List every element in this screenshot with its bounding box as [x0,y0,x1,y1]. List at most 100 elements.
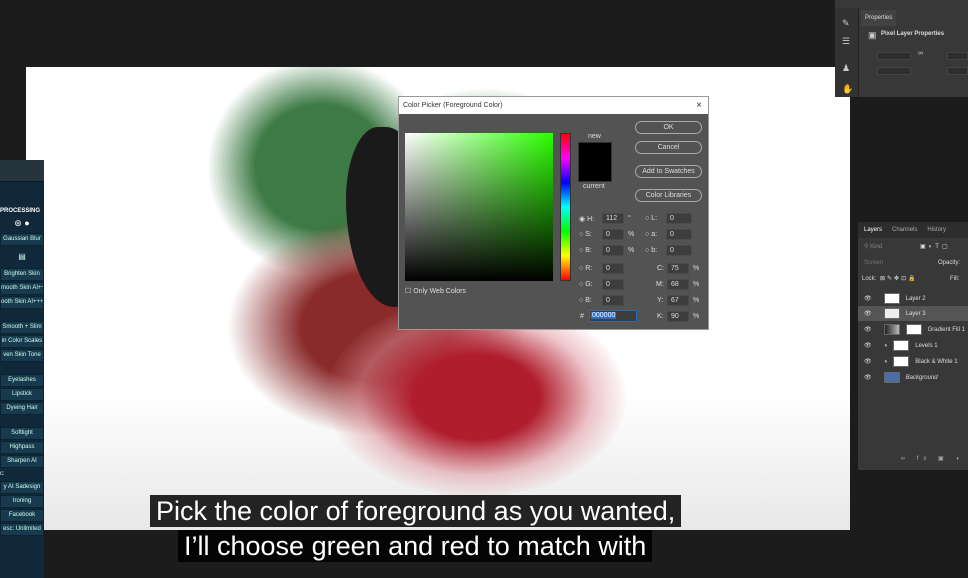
color-libraries-button[interactable]: Color Libraries [635,189,702,202]
tab-properties[interactable]: Properties [861,10,897,26]
tab-channels[interactable]: Channels [892,222,917,238]
dyeing-hair-button[interactable]: Dyeing Hair [0,402,44,415]
y-field[interactable] [947,67,968,75]
add-to-swatches-button[interactable]: Add to Swatches [635,165,702,178]
filter-icons[interactable]: ▣◐T▢ [920,243,951,250]
g-input[interactable]: 0 [602,279,624,290]
x-field[interactable] [877,67,911,75]
a-radio[interactable]: ○ a: [645,231,657,238]
h-radio[interactable]: ◉ H: [579,215,594,223]
layer-actions[interactable]: ∞ fx ▣ ◑ [901,455,964,462]
lipstick-button[interactable]: Lipstick [0,388,44,401]
r-radio[interactable]: ○ R: [579,265,592,272]
even-skin-tone-button[interactable]: ven Skin Tone [0,349,44,362]
hex-input[interactable]: 000000 [589,310,637,322]
eyelashes-button[interactable]: Eyelashes [0,374,44,387]
tab-history[interactable]: History [927,222,946,238]
history-brush-icon[interactable]: ✋ [842,84,853,95]
opacity-label: Opacity: [938,260,961,266]
dialog-title: Color Picker (Foreground Color) [403,102,503,109]
s-radio[interactable]: ○ S: [579,231,592,238]
layer-row[interactable]: 👁 ◑ Black & White 1 [858,354,968,369]
ironing-button[interactable]: Ironing [0,495,44,508]
layer-row[interactable]: 👁 Gradient Fill 1 [858,322,968,337]
layer-row[interactable]: 👁 ◑ Levels 1 [858,338,968,353]
smooth-slim-button[interactable]: Smooth + Slim [0,321,44,334]
pixel-layer-icon: ▣ [868,30,877,40]
kind-label: Kind [870,244,883,250]
a-input[interactable]: 0 [666,229,692,240]
section-icons: ⊛ ● [14,218,30,228]
y-input[interactable]: 67 [667,295,689,306]
softlight-button[interactable]: Softlight [0,427,44,440]
adjustment-icon: ◑ [883,358,888,365]
highpass-button[interactable]: Highpass [0,441,44,454]
layer-row[interactable]: 👁 Background [858,370,968,385]
blend-mode-select[interactable]: Screen [864,260,883,266]
m-input[interactable]: 68 [667,279,689,290]
eye-icon[interactable]: 👁 [864,326,872,333]
link-icon[interactable]: ∞ [918,50,923,57]
blue-input[interactable]: 0 [602,295,624,306]
cancel-button[interactable]: Cancel [635,141,702,154]
color-picker-dialog: Color Picker (Foreground Color) × new cur… [398,96,709,330]
layer-name: Gradient Fill 1 [927,326,965,333]
clone-source-icon[interactable]: ♟ [842,63,850,74]
b-input[interactable]: 0 [602,245,624,256]
close-icon[interactable]: × [696,97,702,114]
layer-row-selected[interactable]: 👁 Layer 3 [858,306,968,321]
hue-slider[interactable] [560,133,571,281]
panel-header [0,160,44,182]
mask-thumbnail [893,356,910,367]
k-input[interactable]: 90 [667,311,689,322]
g-radio[interactable]: ○ G: [579,281,593,288]
l-radio[interactable]: ○ L: [645,215,657,222]
lab-b-input[interactable]: 0 [666,245,692,256]
brush-settings-icon[interactable]: ✎ [842,18,850,29]
h-input[interactable]: 112 [602,213,624,224]
color-swatch-preview [578,142,612,182]
r-input[interactable]: 0 [602,263,624,274]
percent-unit: % [693,265,700,272]
only-web-colors-checkbox[interactable]: ☐ Only Web Colors [405,287,466,295]
height-field[interactable] [947,52,968,60]
skin-color-scales-button[interactable]: in Color Scales [0,335,44,348]
width-field[interactable] [877,52,911,60]
gaussian-blur-button[interactable]: Gaussian Blur [0,233,44,246]
layer-row[interactable]: 👁 Layer 2 [858,291,968,306]
ai-sadesign-button[interactable]: y AI Sadesign [0,481,44,494]
sharpen-ai-button[interactable]: Sharpen AI [0,455,44,468]
c-input[interactable]: 75 [667,263,689,274]
blue-radio[interactable]: ○ B: [579,297,592,304]
facebook-button[interactable]: Facebook [0,509,44,522]
color-field[interactable] [405,133,553,281]
eye-icon[interactable]: 👁 [864,342,872,349]
lab-b-radio[interactable]: ○ b: [645,247,657,254]
eye-icon[interactable]: 👁 [864,310,872,317]
eye-icon[interactable]: 👁 [864,374,872,381]
properties-panel: ✎ ☰ ♟ ✋ Properties ▣ Pixel Layer Propert… [835,0,968,97]
adjustments-icon[interactable]: ☰ [842,36,850,47]
gradient-thumbnail [883,324,900,335]
ok-button[interactable]: OK [635,121,702,134]
b-radio[interactable]: ○ B: [579,247,592,254]
eye-icon[interactable]: 👁 [864,358,872,365]
percent-unit: % [628,231,635,238]
kind-filter[interactable]: ⚲ Kind [864,243,882,250]
lock-label: Lock: [862,276,877,282]
eye-icon[interactable]: 👁 [864,295,872,302]
brighten-skin-button[interactable]: Brighten Skin [0,268,44,281]
section-heading: PROCESSING [0,208,41,214]
dialog-titlebar: Color Picker (Foreground Color) × [399,97,708,114]
percent-unit: % [693,281,700,288]
new-label: new [588,133,601,140]
smooth-skin-ai-button[interactable]: mooth Skin AI++ [0,282,44,295]
l-input[interactable]: 0 [666,213,692,224]
s-input[interactable]: 0 [602,229,624,240]
smooth-skin-ai-plus-button[interactable]: ooth Skin AI+++ [0,296,44,309]
layer-thumbnail [883,308,900,319]
tab-layers[interactable]: Layers [864,222,882,238]
lock-icons[interactable]: ⊠✎✥⊡🔒 [880,275,918,282]
film-icon: ▤ [18,252,26,261]
license-button[interactable]: esc: Unlimited [0,523,44,536]
